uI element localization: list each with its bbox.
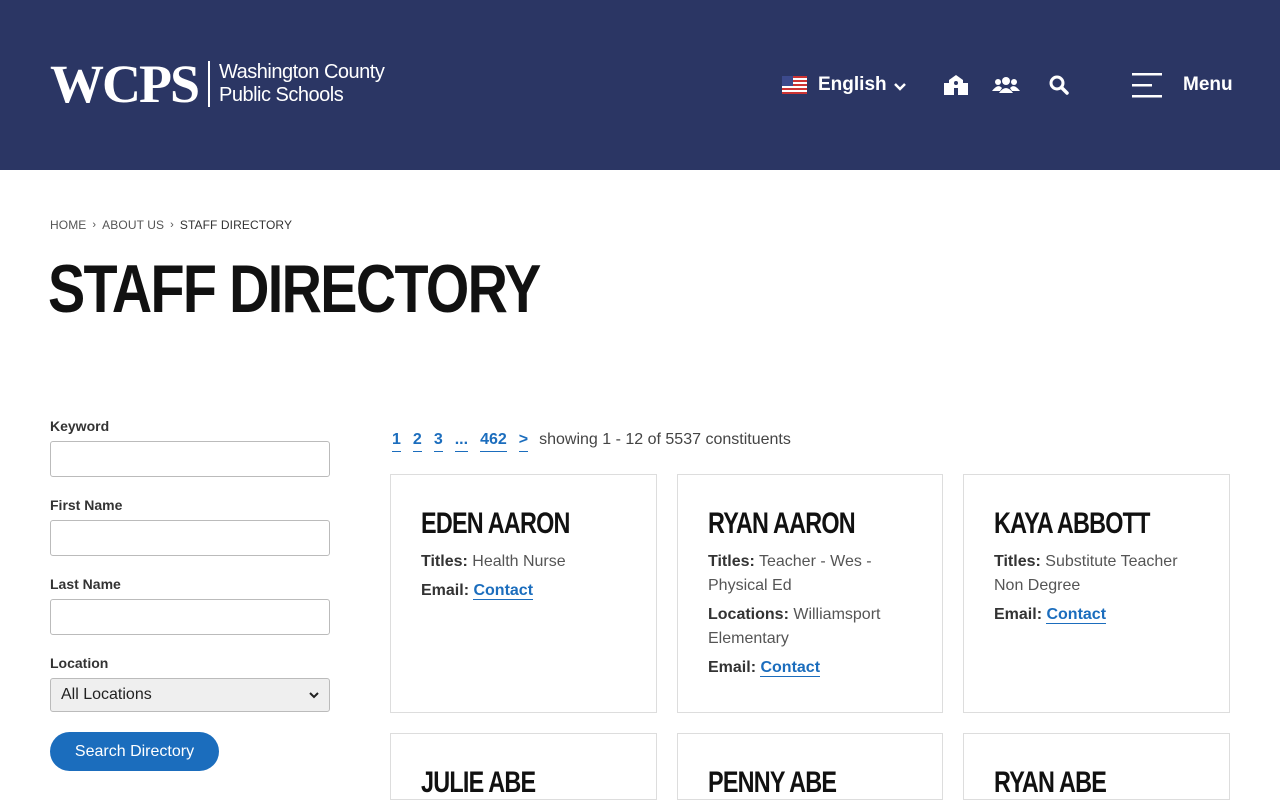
staff-card: EDEN AARON Titles: Health Nurse Email: C… [390, 474, 657, 713]
first-name-label: First Name [50, 497, 123, 513]
contact-link[interactable]: Contact [473, 582, 534, 600]
staff-name: KAYA ABBOTT [994, 507, 1150, 540]
first-name-input[interactable] [50, 520, 330, 556]
keyword-label: Keyword [50, 418, 110, 434]
logo-divider [208, 61, 211, 107]
logo-mark: WCPS [50, 54, 200, 114]
logo-line-2: Public Schools [219, 84, 344, 106]
titles-label: Titles: [421, 553, 468, 570]
language-label: English [818, 74, 887, 95]
staff-name: PENNY ABE [708, 766, 837, 799]
titles-value: Health Nurse [472, 553, 566, 570]
wcps-logo[interactable]: WCPS Washington County Public Schools [50, 54, 385, 114]
staff-name: RYAN ABE [994, 766, 1107, 799]
staff-card: KAYA ABBOTT Titles: Substitute Teacher N… [963, 474, 1230, 713]
location-select[interactable]: All Locations [50, 678, 330, 712]
location-label: Location [50, 655, 109, 671]
last-name-label: Last Name [50, 576, 121, 592]
breadcrumb-home[interactable]: HOME [50, 218, 86, 232]
menu-label: Menu [1183, 74, 1233, 95]
staff-locations: Locations: Williamsport Elementary [708, 603, 912, 651]
location-select-value: All Locations [61, 686, 152, 703]
search-icon[interactable] [1046, 74, 1072, 96]
staff-titles: Titles: Teacher - Wes - Physical Ed [708, 550, 912, 598]
email-label: Email: [421, 582, 470, 599]
staff-email: Email: Contact [708, 656, 912, 680]
users-icon[interactable] [992, 74, 1020, 96]
staff-card: RYAN ABE [963, 733, 1230, 800]
page-title: STAFF DIRECTORY [48, 251, 541, 327]
email-label: Email: [994, 606, 1043, 623]
breadcrumb-separator-icon: › [170, 219, 174, 231]
staff-email: Email: Contact [421, 579, 626, 603]
site-header: WCPS Washington County Public Schools En… [0, 0, 1280, 170]
chevron-down-icon [893, 83, 906, 91]
school-icon[interactable] [943, 74, 969, 96]
staff-name: EDEN AARON [421, 507, 570, 540]
page-link-1[interactable]: 1 [392, 430, 401, 452]
last-name-input[interactable] [50, 599, 330, 635]
staff-name: RYAN AARON [708, 507, 856, 540]
logo-line-1: Washington County [219, 61, 385, 83]
language-selector[interactable]: English [782, 74, 907, 96]
staff-card: RYAN AARON Titles: Teacher - Wes - Physi… [677, 474, 943, 713]
staff-name: JULIE ABE [421, 766, 536, 799]
breadcrumb-separator-icon: › [92, 219, 97, 231]
results-count: showing 1 - 12 of 5537 constituents [539, 431, 791, 448]
hamburger-icon [1132, 73, 1162, 98]
staff-card: JULIE ABE [390, 733, 657, 800]
logo-text: Washington County Public Schools [219, 61, 385, 107]
titles-label: Titles: [708, 553, 755, 570]
contact-link[interactable]: Contact [1046, 606, 1107, 624]
staff-email: Email: Contact [994, 603, 1199, 627]
staff-titles: Titles: Substitute Teacher Non Degree [994, 550, 1199, 598]
page-link-3[interactable]: 3 [433, 430, 443, 452]
locations-label: Locations: [708, 606, 789, 623]
directory-filter-form: Keyword First Name Last Name Location Al… [50, 418, 330, 771]
email-label: Email: [708, 659, 757, 676]
contact-link[interactable]: Contact [760, 659, 821, 677]
page-link-462[interactable]: 462 [480, 430, 507, 452]
page-link-2[interactable]: 2 [412, 430, 422, 452]
breadcrumb-current: STAFF DIRECTORY [179, 218, 293, 232]
breadcrumb: HOME › ABOUT US › STAFF DIRECTORY [50, 218, 292, 232]
page-link-next[interactable]: > [518, 430, 529, 452]
search-directory-button[interactable]: Search Directory [50, 732, 219, 771]
titles-label: Titles: [994, 553, 1041, 570]
staff-titles: Titles: Health Nurse [421, 550, 626, 574]
keyword-input[interactable] [50, 441, 330, 477]
breadcrumb-about[interactable]: ABOUT US [102, 218, 164, 232]
staff-card: PENNY ABE [677, 733, 943, 800]
us-flag-icon [782, 76, 807, 94]
menu-button[interactable]: Menu [1132, 72, 1233, 98]
chevron-down-icon [309, 692, 319, 699]
page-link-ellipsis[interactable]: ... [454, 430, 469, 452]
pagination: 1 2 3 ... 462 > showing 1 - 12 of 5537 c… [392, 430, 791, 452]
